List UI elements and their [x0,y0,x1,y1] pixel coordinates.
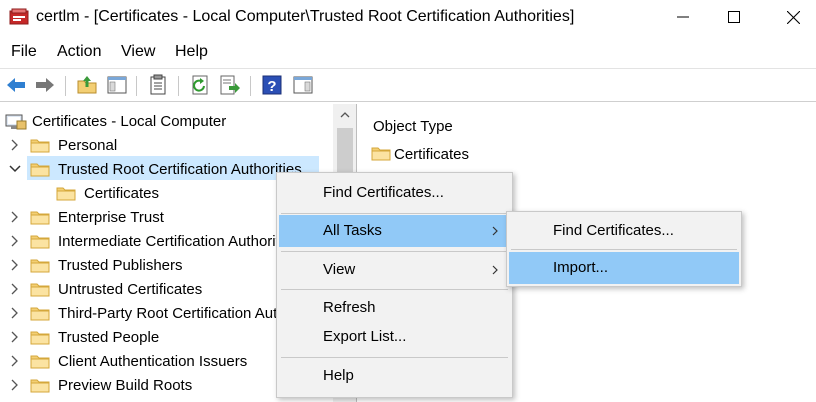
folder-icon [30,163,50,177]
export-list-icon[interactable] [219,74,241,96]
folder-icon [30,259,50,273]
computer-certificates-icon [5,114,27,130]
menu-bar: File Action View Help [0,40,816,66]
tree-item-label: Certificates [84,185,160,202]
minimize-button[interactable] [660,0,706,34]
menu-separator [281,357,508,358]
all-tasks-submenu: Find Certificates... Import... [506,211,742,287]
chevron-right-icon[interactable] [10,283,20,295]
list-item-label: Certificates [394,146,470,163]
up-folder-icon[interactable] [76,74,98,96]
ctx-help[interactable]: Help [279,360,510,392]
chevron-right-icon[interactable] [10,139,20,151]
context-menu: Find Certificates... All Tasks View Refr… [276,172,513,398]
minimize-icon [677,16,689,18]
tree-item-partial [0,398,330,402]
show-hide-console-tree-icon[interactable] [106,74,128,96]
chevron-right-icon[interactable] [10,235,20,247]
tree-root-item[interactable]: Certificates - Local Computer [0,110,330,134]
ctx-find-certificates[interactable]: Find Certificates... [279,177,510,209]
menu-separator [281,289,508,290]
chevron-down-icon[interactable] [9,163,21,175]
svg-text:?: ? [267,78,276,95]
tree-item-label: Trusted Root Certification Authorities [58,161,302,178]
tree-item-label: Client Authentication Issuers [58,353,248,370]
tree-root-label: Certificates - Local Computer [32,113,227,130]
submenu-import[interactable]: Import... [509,252,739,284]
properties-icon[interactable] [147,74,169,96]
chevron-right-icon[interactable] [10,331,20,343]
chevron-right-icon[interactable] [10,355,20,367]
chevron-right-icon[interactable] [10,379,20,391]
tree-item-label: Trusted Publishers [58,257,183,274]
back-icon[interactable] [5,74,27,96]
close-icon [786,10,800,24]
chevron-up-icon [340,112,350,118]
folder-icon [30,235,50,249]
show-action-pane-icon[interactable] [292,74,314,96]
folder-icon [30,355,50,369]
ctx-view[interactable]: View [279,254,510,286]
menu-separator [281,213,508,214]
chevron-right-icon[interactable] [10,211,20,223]
submenu-arrow-icon [492,226,498,236]
maximize-icon [728,11,740,23]
chevron-right-icon[interactable] [10,307,20,319]
tree-item-label: Untrusted Certificates [58,281,203,298]
window-title: certlm - [Certificates - Local Computer\… [36,8,575,25]
tree-item-label: Enterprise Trust [58,209,164,226]
folder-icon [30,307,50,321]
refresh-icon[interactable] [190,74,212,96]
menu-separator [511,249,737,250]
toolbar: ? [0,68,816,102]
ctx-refresh[interactable]: Refresh [279,292,510,324]
folder-icon [30,283,50,297]
help-icon[interactable]: ? [261,74,283,96]
folder-icon [30,379,50,393]
scroll-up-button[interactable] [333,104,356,126]
folder-icon [30,211,50,225]
folder-icon [30,139,50,153]
menu-separator [281,251,508,252]
ctx-export-list[interactable]: Export List... [279,321,510,353]
tree-item-label: Personal [58,137,118,154]
column-header-object-type[interactable]: Object Type [373,118,453,135]
folder-icon [56,187,76,201]
tree-item-personal[interactable]: Personal [0,134,330,158]
title-bar: certlm - [Certificates - Local Computer\… [0,0,816,36]
ctx-all-tasks[interactable]: All Tasks [279,215,506,247]
menu-help[interactable]: Help [175,43,208,61]
menu-action[interactable]: Action [57,43,101,61]
menu-view[interactable]: View [121,43,155,61]
folder-icon [30,331,50,345]
maximize-button[interactable] [711,0,757,34]
tree-item-label: Trusted People [58,329,160,346]
tree-item-label: Preview Build Roots [58,377,193,394]
chevron-right-icon[interactable] [10,259,20,271]
certificate-store-icon [9,8,29,25]
menu-file[interactable]: File [11,43,37,61]
tree-item-label: Intermediate Certification Authorities [58,233,299,250]
submenu-find-certificates[interactable]: Find Certificates... [509,215,739,247]
close-button[interactable] [770,0,816,34]
forward-icon[interactable] [34,74,56,96]
folder-icon [371,147,391,161]
submenu-arrow-icon [492,265,498,275]
